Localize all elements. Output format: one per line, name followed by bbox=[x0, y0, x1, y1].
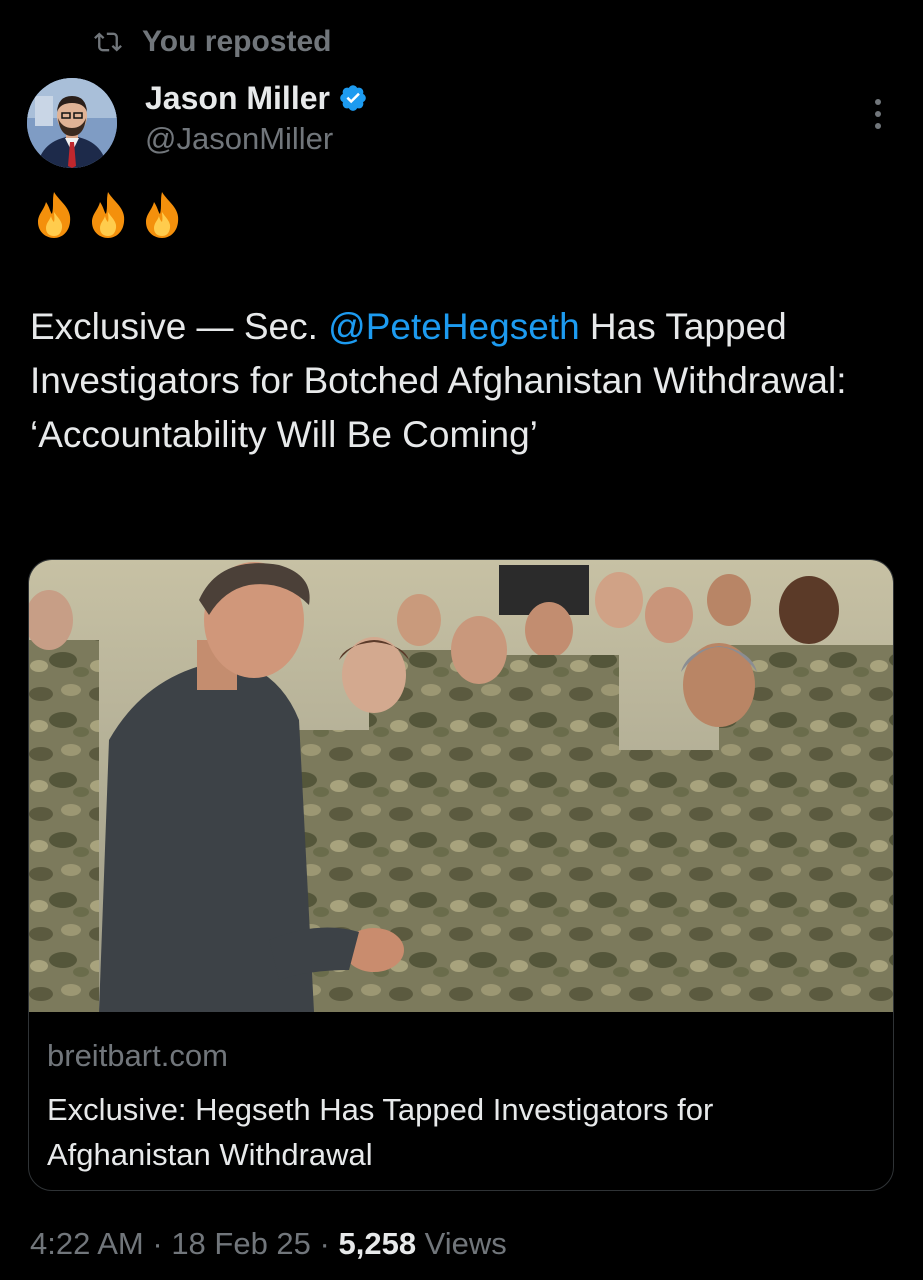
fire-icon bbox=[146, 192, 179, 238]
repost-indicator: You reposted bbox=[92, 22, 331, 62]
author-handle[interactable]: @JasonMiller bbox=[145, 121, 333, 157]
tweet-meta: 4:22 AM · 18 Feb 25 · 5,258 Views bbox=[30, 1226, 507, 1262]
tweet-date[interactable]: 18 Feb 25 bbox=[171, 1226, 311, 1261]
tweet-text-part: Exclusive — Sec. bbox=[30, 306, 329, 347]
views-count[interactable]: 5,258 bbox=[338, 1226, 416, 1261]
card-title[interactable]: Exclusive: Hegseth Has Tapped Investigat… bbox=[47, 1087, 877, 1177]
author-name-row[interactable]: Jason Miller bbox=[145, 76, 368, 120]
meta-separator: · bbox=[143, 1226, 172, 1261]
card-domain[interactable]: breitbart.com bbox=[47, 1038, 228, 1074]
more-options-icon[interactable] bbox=[866, 96, 890, 132]
repost-label: You reposted bbox=[142, 25, 332, 58]
verified-badge-icon bbox=[340, 85, 366, 111]
news-photo-image bbox=[29, 560, 893, 1012]
tweet-time[interactable]: 4:22 AM bbox=[30, 1226, 144, 1261]
views-label: Views bbox=[416, 1226, 507, 1261]
avatar-image bbox=[27, 78, 117, 168]
tweet-text: Exclusive — Sec. @PeteHegseth Has Tapped… bbox=[30, 300, 890, 462]
link-card[interactable]: breitbart.com Exclusive: Hegseth Has Tap… bbox=[28, 559, 894, 1191]
fire-icon bbox=[92, 192, 125, 238]
author-avatar[interactable] bbox=[27, 78, 117, 168]
author-name[interactable]: Jason Miller bbox=[145, 80, 330, 117]
repost-icon bbox=[94, 32, 122, 52]
emoji-row bbox=[30, 190, 186, 240]
fire-icon bbox=[38, 192, 71, 238]
meta-separator: · bbox=[310, 1226, 339, 1261]
mention-link[interactable]: @PeteHegseth bbox=[328, 306, 579, 347]
